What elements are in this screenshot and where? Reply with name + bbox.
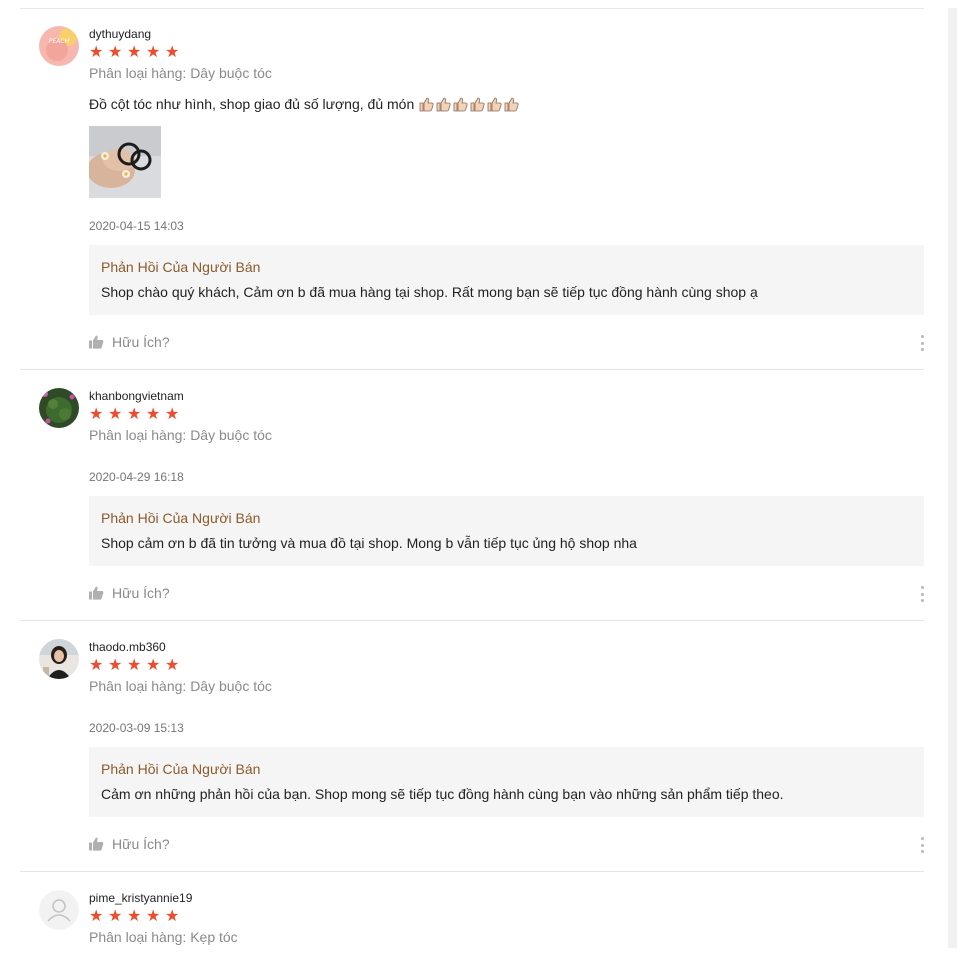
avatar-logo-text: PEACH [49,38,70,45]
helpful-button[interactable]: Hữu Ích? [89,334,170,350]
review-item: PEACH dythuydang ★ ★ ★ ★ ★ Phân loại hàn… [20,9,924,370]
product-variation: Phân loại hàng: Dây buộc tóc [89,65,272,81]
helpful-label: Hữu Ích? [112,334,170,350]
star-icon: ★ [89,406,104,423]
avatar[interactable] [39,890,79,930]
seller-reply-text: Cảm ơn những phản hồi của bạn. Shop mong… [101,786,784,802]
thumbs-up-emoji-icon [504,97,519,112]
rating-stars: ★ ★ ★ ★ ★ [89,407,183,423]
seller-reply: Phản Hồi Của Người Bán Cảm ơn những phản… [89,747,924,817]
review-photo-image [89,126,161,198]
star-icon: ★ [165,657,180,674]
default-user-icon [39,890,79,930]
avatar[interactable]: PEACH [39,26,79,66]
seller-reply: Phản Hồi Của Người Bán Shop cảm ơn b đã … [89,496,924,566]
thumbs-up-icon [89,335,104,349]
star-icon: ★ [146,908,161,925]
avatar-image [39,388,79,428]
review-datetime: 2020-03-09 15:13 [89,721,184,735]
review-photo-thumbnail[interactable] [89,126,161,198]
thumbs-up-emoji-icon [470,97,485,112]
avatar-image [39,639,79,679]
review-item: khanbongvietnam ★ ★ ★ ★ ★ Phân loại hàng… [20,371,924,621]
star-icon: ★ [127,44,142,61]
star-icon: ★ [146,406,161,423]
star-icon: ★ [165,44,180,61]
avatar-image: PEACH [39,26,79,66]
seller-reply-title: Phản Hồi Của Người Bán [101,761,261,777]
avatar[interactable] [39,639,79,679]
rating-stars: ★ ★ ★ ★ ★ [89,909,183,925]
review-item: pime_kristyannie19 ★ ★ ★ ★ ★ Phân loại h… [20,873,924,957]
scrollbar[interactable] [948,8,957,948]
thumbs-up-icon [89,586,104,600]
star-icon: ★ [165,406,180,423]
thumbs-up-emoji-icon [453,97,468,112]
review-datetime: 2020-04-29 16:18 [89,470,184,484]
thumbs-up-emoji-row [418,96,519,112]
review-datetime: 2020-04-15 14:03 [89,219,184,233]
reviewer-username[interactable]: thaodo.mb360 [89,640,166,654]
reviewer-username[interactable]: dythuydang [89,27,151,41]
thumbs-up-emoji-icon [419,97,434,112]
star-icon: ★ [146,657,161,674]
more-vertical-icon[interactable] [920,837,924,853]
seller-reply-text: Shop cảm ơn b đã tin tưởng và mua đồ tại… [101,535,637,551]
product-variation: Phân loại hàng: Kẹp tóc [89,929,238,945]
helpful-label: Hữu Ích? [112,585,170,601]
star-icon: ★ [127,908,142,925]
review-comment: Đồ cột tóc như hình, shop giao đủ số lượ… [89,96,519,112]
rating-stars: ★ ★ ★ ★ ★ [89,45,183,61]
star-icon: ★ [165,908,180,925]
more-vertical-icon[interactable] [920,586,924,602]
reviewer-username[interactable]: khanbongvietnam [89,389,184,403]
star-icon: ★ [127,406,142,423]
helpful-label: Hữu Ích? [112,836,170,852]
star-icon: ★ [108,657,123,674]
more-vertical-icon[interactable] [920,335,924,351]
reviewer-username[interactable]: pime_kristyannie19 [89,891,192,905]
star-icon: ★ [108,406,123,423]
star-icon: ★ [146,44,161,61]
avatar[interactable] [39,388,79,428]
product-variation: Phân loại hàng: Dây buộc tóc [89,427,272,443]
rating-stars: ★ ★ ★ ★ ★ [89,658,183,674]
thumbs-up-emoji-icon [487,97,502,112]
star-icon: ★ [89,908,104,925]
star-icon: ★ [89,44,104,61]
thumbs-up-emoji-icon [436,97,451,112]
seller-reply-text: Shop chào quý khách, Cảm ơn b đã mua hàn… [101,284,758,300]
seller-reply-title: Phản Hồi Của Người Bán [101,510,261,526]
star-icon: ★ [108,44,123,61]
seller-reply-title: Phản Hồi Của Người Bán [101,259,261,275]
product-variation: Phân loại hàng: Dây buộc tóc [89,678,272,694]
star-icon: ★ [127,657,142,674]
helpful-button[interactable]: Hữu Ích? [89,836,170,852]
thumbs-up-icon [89,837,104,851]
helpful-button[interactable]: Hữu Ích? [89,585,170,601]
star-icon: ★ [89,657,104,674]
seller-reply: Phản Hồi Của Người Bán Shop chào quý khá… [89,245,924,315]
star-icon: ★ [108,908,123,925]
review-comment-text: Đồ cột tóc như hình, shop giao đủ số lượ… [89,96,415,112]
review-item: thaodo.mb360 ★ ★ ★ ★ ★ Phân loại hàng: D… [20,622,924,872]
